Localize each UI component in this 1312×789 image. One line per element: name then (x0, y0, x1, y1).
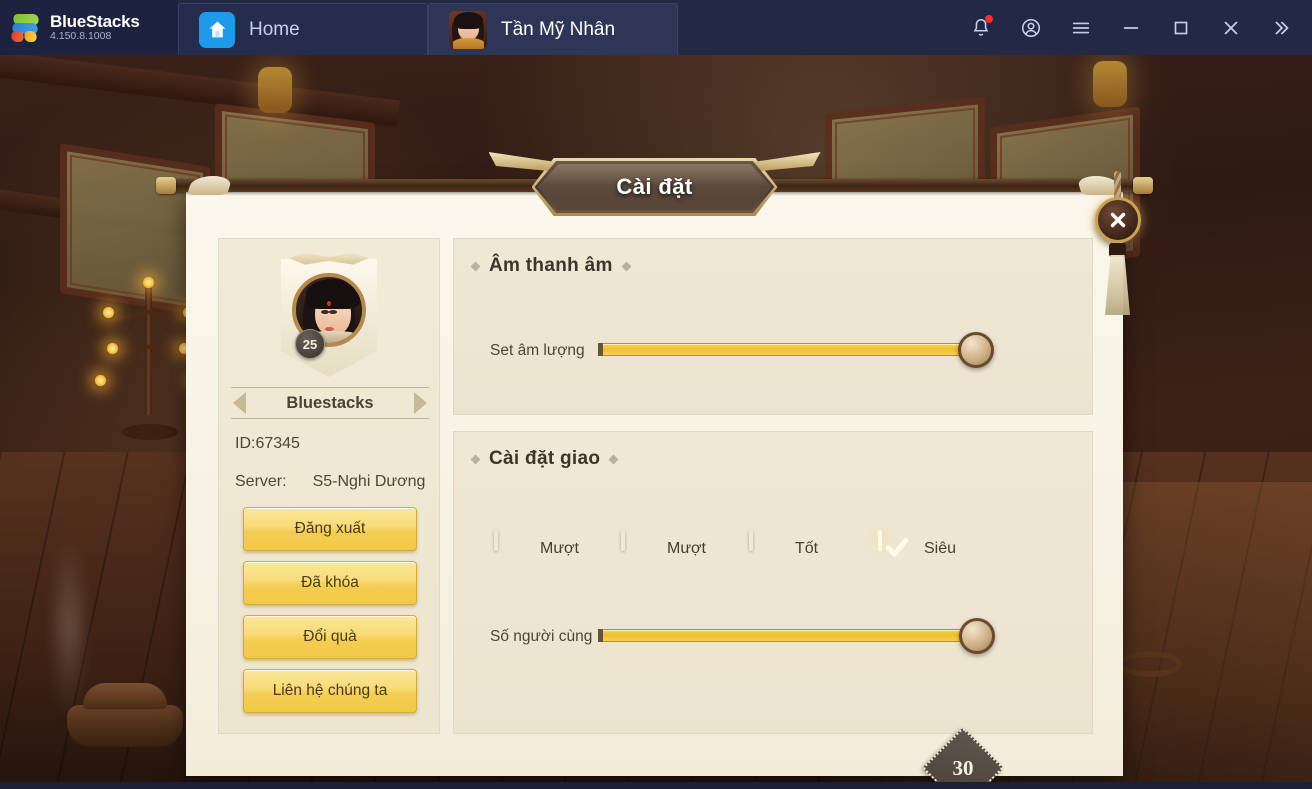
settings-dialog: Cài đặt 25 Bluestacks ID:67345 Server: S… (156, 152, 1153, 782)
quality-option-3[interactable]: Siêu (878, 530, 957, 566)
nameplate-right-arrow-icon (414, 392, 427, 414)
graphics-section-title: Cài đặt giao (489, 448, 601, 469)
locked-button[interactable]: Đã khóa (243, 561, 417, 605)
dialog-title: Cài đặt (616, 174, 693, 199)
dialog-title-banner: Cài đặt (488, 152, 821, 216)
redeem-gift-button[interactable]: Đổi quà (243, 615, 417, 659)
audio-section-title: Âm thanh âm (489, 255, 613, 276)
account-icon[interactable] (1006, 0, 1056, 55)
nameplate-left-arrow-icon (233, 392, 246, 414)
contact-us-button[interactable]: Liên hệ chúng ta (243, 669, 417, 713)
tab-home[interactable]: Home (178, 3, 428, 55)
close-icon[interactable] (1206, 0, 1256, 55)
expand-sidebar-icon[interactable] (1256, 0, 1306, 55)
quality-option-1[interactable]: Mượt (621, 530, 706, 566)
diamond-bullet-icon (621, 261, 632, 271)
check-icon (885, 538, 909, 557)
menu-icon[interactable] (1056, 0, 1106, 55)
players-label: Số người cùng (490, 628, 593, 645)
bluestacks-logo-icon (9, 13, 41, 42)
home-icon (199, 11, 235, 48)
level-badge: 25 (295, 329, 325, 359)
graphics-section-header: Cài đặt giao (470, 448, 619, 470)
close-dialog-button[interactable] (1095, 197, 1141, 243)
player-nameplate: Bluestacks (231, 387, 429, 419)
server-label: Server: (235, 473, 287, 490)
window-controls (956, 0, 1312, 55)
quality-option-0[interactable]: Mượt (494, 530, 579, 566)
game-viewport: Cài đặt 25 Bluestacks ID:67345 Server: S… (0, 55, 1312, 782)
player-id: ID:67345 (235, 435, 300, 452)
players-slider-track[interactable] (598, 629, 978, 642)
bluestacks-titlebar: BlueStacks 4.150.8.1008 Home Tần Mỹ Nhân (0, 0, 1312, 55)
quality-diamond-icon (749, 530, 753, 551)
quality-option-3-label: Siêu (924, 540, 957, 557)
tab-game-label: Tần Mỹ Nhân (501, 18, 616, 40)
profile-card: 25 Bluestacks ID:67345 Server: S5-Nghi D… (218, 238, 440, 734)
audio-settings-card: Âm thanh âm Set âm lượng (453, 238, 1093, 415)
brand-area: BlueStacks 4.150.8.1008 (0, 0, 178, 55)
brand-version: 4.150.8.1008 (50, 30, 112, 43)
brand-name: BlueStacks (50, 11, 140, 31)
logout-button[interactable]: Đăng xuất (243, 507, 417, 551)
player-name: Bluestacks (286, 393, 374, 412)
volume-label: Set âm lượng (490, 342, 585, 359)
volume-slider-track[interactable] (598, 343, 977, 356)
quality-diamond-icon (621, 530, 625, 551)
maximize-icon[interactable] (1156, 0, 1206, 55)
minimize-icon[interactable] (1106, 0, 1156, 55)
notifications-icon[interactable] (956, 0, 1006, 55)
graphics-settings-card: Cài đặt giao Mượt Mượt Tốt Siêu Số người… (453, 431, 1093, 734)
quality-option-2-label: Tốt (795, 540, 819, 557)
quality-option-0-label: Mượt (540, 540, 579, 557)
audio-section-header: Âm thanh âm (470, 255, 632, 277)
server-info: Server: S5-Nghi Dương (235, 473, 425, 491)
quality-option-1-label: Mượt (667, 540, 706, 557)
diamond-bullet-icon (470, 261, 481, 271)
game-avatar-icon (449, 10, 487, 49)
notification-badge (985, 15, 993, 23)
quality-diamond-icon (494, 530, 498, 551)
players-slider-handle[interactable] (959, 618, 995, 654)
tassel-knot-decor (1109, 243, 1126, 257)
players-value: 30 (952, 755, 974, 780)
volume-slider-handle[interactable] (958, 332, 994, 368)
avatar-frame: 25 (281, 251, 377, 379)
tab-game[interactable]: Tần Mỹ Nhân (428, 3, 678, 55)
diamond-bullet-icon (470, 454, 481, 464)
server-value: S5-Nghi Dương (312, 473, 426, 490)
tab-home-label: Home (249, 18, 300, 40)
quality-option-2[interactable]: Tốt (749, 530, 819, 566)
diamond-bullet-icon (608, 454, 619, 464)
